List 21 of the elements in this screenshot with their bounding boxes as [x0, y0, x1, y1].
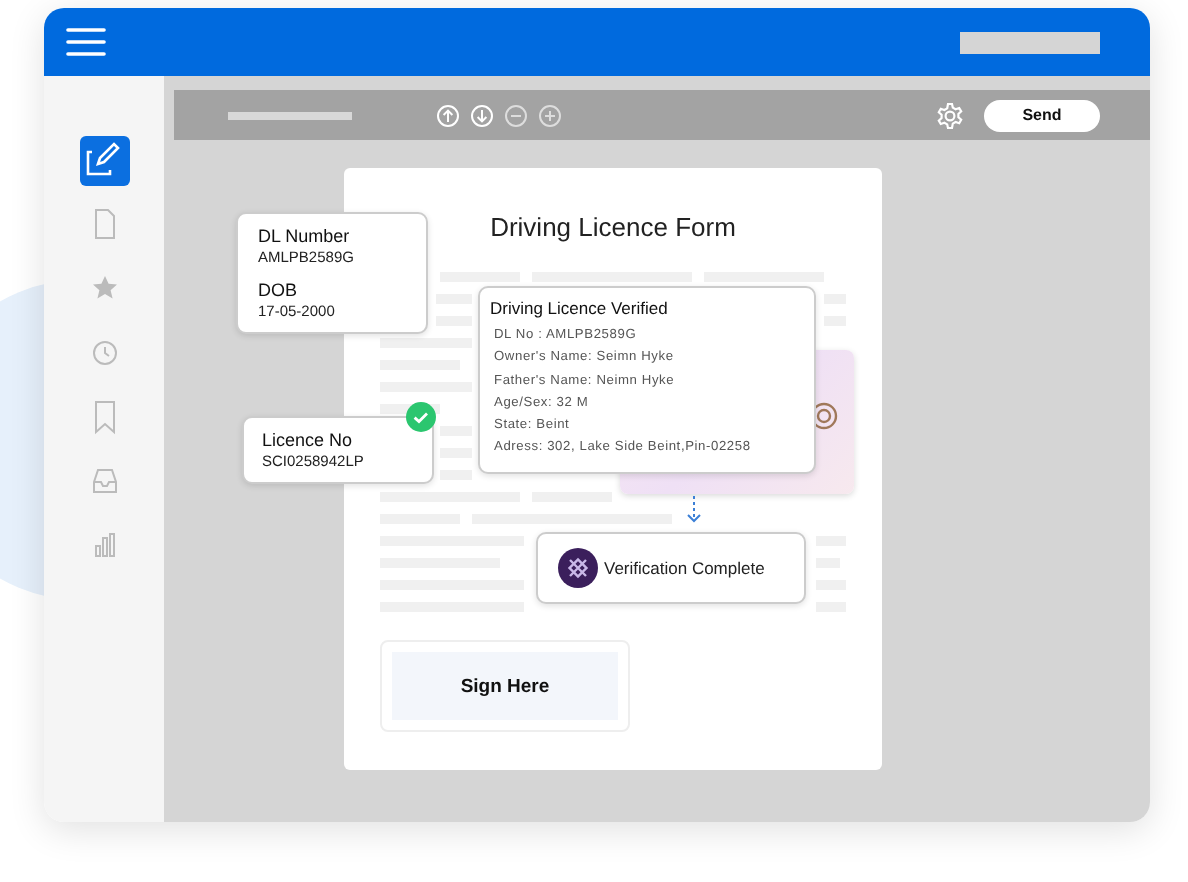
sign-here-label: Sign Here	[392, 652, 618, 720]
settings-icon[interactable]	[936, 101, 964, 129]
field-label: DOB	[258, 280, 300, 300]
arrow-up-icon[interactable]	[436, 103, 460, 127]
seal-icon	[810, 402, 838, 430]
sidebar-item[interactable]	[79, 136, 129, 186]
title-placeholder	[960, 31, 1100, 53]
zoom-in-icon[interactable]	[538, 103, 562, 127]
send-button[interactable]: Send	[984, 99, 1100, 131]
zoom-out-icon[interactable]	[504, 103, 528, 127]
signature-box[interactable]: Sign Here	[380, 640, 630, 732]
field-label: Licence No	[262, 430, 355, 450]
status-text: Verification Complete	[604, 558, 765, 578]
arrow-down-icon[interactable]	[470, 103, 494, 127]
menu-icon[interactable]	[66, 26, 106, 58]
badge-icon	[558, 548, 598, 588]
card-title: Driving Licence Verified	[490, 298, 670, 318]
document-title: Driving Licence Form	[488, 212, 738, 242]
arrow-down-icon	[686, 496, 702, 524]
field-label: DL Number	[258, 226, 352, 246]
title-placeholder	[228, 111, 352, 119]
